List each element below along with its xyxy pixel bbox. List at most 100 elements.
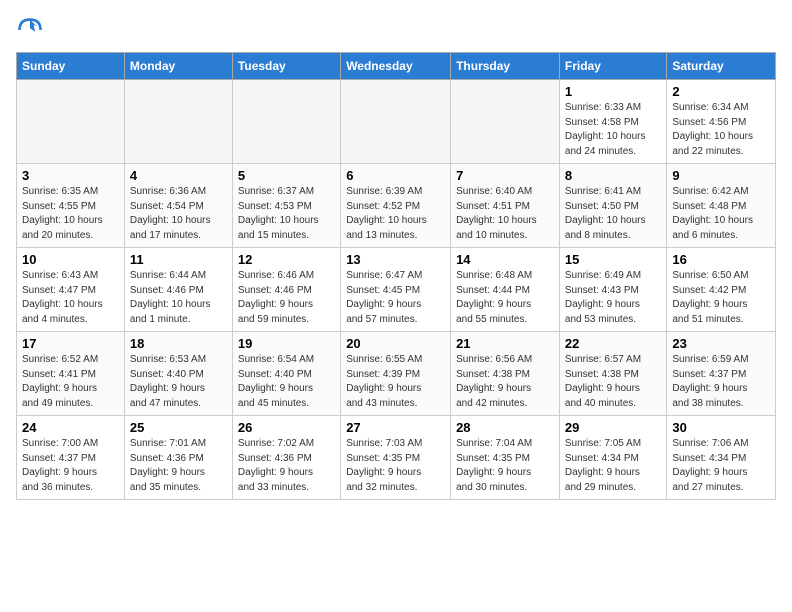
day-number: 25: [130, 420, 227, 435]
day-info: Sunrise: 6:34 AM Sunset: 4:56 PM Dayligh…: [672, 101, 770, 159]
day-number: 7: [456, 168, 554, 183]
day-info: Sunrise: 6:53 AM Sunset: 4:40 PM Dayligh…: [130, 353, 227, 411]
day-number: 5: [238, 168, 335, 183]
day-number: 3: [22, 168, 119, 183]
calendar-cell: 12 Sunrise: 6:46 AM Sunset: 4:46 PM Dayli…: [232, 248, 340, 332]
day-number: 4: [130, 168, 227, 183]
calendar-cell: 23 Sunrise: 6:59 AM Sunset: 4:37 PM Dayli…: [667, 332, 776, 416]
day-info: Sunrise: 7:00 AM Sunset: 4:37 PM Dayligh…: [22, 437, 119, 495]
calendar-cell: 13Sunrise: 6:47 AM Sunset: 4:45 PM Dayli…: [341, 248, 451, 332]
calendar-cell: 6 Sunrise: 6:39 AM Sunset: 4:52 PM Daylig…: [341, 164, 451, 248]
day-info: Sunrise: 6:44 AM Sunset: 4:46 PM Dayligh…: [130, 269, 227, 327]
day-number: 9: [672, 168, 770, 183]
calendar-cell: 10Sunrise: 6:43 AM Sunset: 4:47 PM Dayli…: [17, 248, 125, 332]
calendar-cell: 18 Sunrise: 6:53 AM Sunset: 4:40 PM Dayli…: [124, 332, 232, 416]
day-info: Sunrise: 6:59 AM Sunset: 4:37 PM Dayligh…: [672, 353, 770, 411]
calendar-cell: 2 Sunrise: 6:34 AM Sunset: 4:56 PM Daylig…: [667, 80, 776, 164]
calendar-cell: 8 Sunrise: 6:41 AM Sunset: 4:50 PM Daylig…: [559, 164, 666, 248]
calendar-week-row: 17Sunrise: 6:52 AM Sunset: 4:41 PM Dayli…: [17, 332, 776, 416]
calendar-cell: [17, 80, 125, 164]
day-number: 11: [130, 252, 227, 267]
calendar-day-header: Wednesday: [341, 53, 451, 80]
calendar-cell: 5 Sunrise: 6:37 AM Sunset: 4:53 PM Daylig…: [232, 164, 340, 248]
day-info: Sunrise: 6:43 AM Sunset: 4:47 PM Dayligh…: [22, 269, 119, 327]
page-header: [16, 16, 776, 44]
calendar-cell: 3 Sunrise: 6:35 AM Sunset: 4:55 PM Daylig…: [17, 164, 125, 248]
calendar-cell: 24 Sunrise: 7:00 AM Sunset: 4:37 PM Dayli…: [17, 416, 125, 500]
day-info: Sunrise: 7:03 AM Sunset: 4:35 PM Dayligh…: [346, 437, 445, 495]
calendar-cell: 19Sunrise: 6:54 AM Sunset: 4:40 PM Dayli…: [232, 332, 340, 416]
day-info: Sunrise: 7:02 AM Sunset: 4:36 PM Dayligh…: [238, 437, 335, 495]
logo-icon: [16, 16, 44, 44]
day-number: 16: [672, 252, 770, 267]
calendar-day-header: Monday: [124, 53, 232, 80]
day-info: Sunrise: 6:37 AM Sunset: 4:53 PM Dayligh…: [238, 185, 335, 243]
calendar-week-row: 3 Sunrise: 6:35 AM Sunset: 4:55 PM Daylig…: [17, 164, 776, 248]
calendar-day-header: Saturday: [667, 53, 776, 80]
day-number: 8: [565, 168, 661, 183]
calendar-cell: [124, 80, 232, 164]
calendar-table: SundayMondayTuesdayWednesdayThursdayFrid…: [16, 52, 776, 500]
day-number: 12: [238, 252, 335, 267]
calendar-week-row: 10Sunrise: 6:43 AM Sunset: 4:47 PM Dayli…: [17, 248, 776, 332]
calendar-cell: [341, 80, 451, 164]
day-number: 1: [565, 84, 661, 99]
day-number: 18: [130, 336, 227, 351]
day-number: 21: [456, 336, 554, 351]
calendar-cell: 16 Sunrise: 6:50 AM Sunset: 4:42 PM Dayli…: [667, 248, 776, 332]
day-info: Sunrise: 6:50 AM Sunset: 4:42 PM Dayligh…: [672, 269, 770, 327]
day-info: Sunrise: 6:48 AM Sunset: 4:44 PM Dayligh…: [456, 269, 554, 327]
calendar-cell: 29 Sunrise: 7:05 AM Sunset: 4:34 PM Dayli…: [559, 416, 666, 500]
calendar-cell: 20 Sunrise: 6:55 AM Sunset: 4:39 PM Dayli…: [341, 332, 451, 416]
calendar-cell: 14 Sunrise: 6:48 AM Sunset: 4:44 PM Dayli…: [451, 248, 560, 332]
day-number: 29: [565, 420, 661, 435]
calendar-header-row: SundayMondayTuesdayWednesdayThursdayFrid…: [17, 53, 776, 80]
calendar-cell: [232, 80, 340, 164]
day-info: Sunrise: 6:49 AM Sunset: 4:43 PM Dayligh…: [565, 269, 661, 327]
calendar-cell: 9 Sunrise: 6:42 AM Sunset: 4:48 PM Daylig…: [667, 164, 776, 248]
calendar-day-header: Tuesday: [232, 53, 340, 80]
calendar-cell: 4 Sunrise: 6:36 AM Sunset: 4:54 PM Daylig…: [124, 164, 232, 248]
day-info: Sunrise: 6:39 AM Sunset: 4:52 PM Dayligh…: [346, 185, 445, 243]
calendar-cell: 30 Sunrise: 7:06 AM Sunset: 4:34 PM Dayli…: [667, 416, 776, 500]
day-info: Sunrise: 6:46 AM Sunset: 4:46 PM Dayligh…: [238, 269, 335, 327]
calendar-cell: 22Sunrise: 6:57 AM Sunset: 4:38 PM Dayli…: [559, 332, 666, 416]
calendar-cell: 7 Sunrise: 6:40 AM Sunset: 4:51 PM Daylig…: [451, 164, 560, 248]
calendar-day-header: Friday: [559, 53, 666, 80]
day-number: 14: [456, 252, 554, 267]
calendar-week-row: 1Sunrise: 6:33 AM Sunset: 4:58 PM Daylig…: [17, 80, 776, 164]
day-number: 27: [346, 420, 445, 435]
day-info: Sunrise: 6:36 AM Sunset: 4:54 PM Dayligh…: [130, 185, 227, 243]
day-info: Sunrise: 7:06 AM Sunset: 4:34 PM Dayligh…: [672, 437, 770, 495]
calendar-cell: 21Sunrise: 6:56 AM Sunset: 4:38 PM Dayli…: [451, 332, 560, 416]
calendar-cell: 1Sunrise: 6:33 AM Sunset: 4:58 PM Daylig…: [559, 80, 666, 164]
calendar-cell: 27 Sunrise: 7:03 AM Sunset: 4:35 PM Dayli…: [341, 416, 451, 500]
calendar-cell: 26 Sunrise: 7:02 AM Sunset: 4:36 PM Dayli…: [232, 416, 340, 500]
day-info: Sunrise: 6:41 AM Sunset: 4:50 PM Dayligh…: [565, 185, 661, 243]
logo: [16, 16, 48, 44]
day-info: Sunrise: 6:57 AM Sunset: 4:38 PM Dayligh…: [565, 353, 661, 411]
day-number: 17: [22, 336, 119, 351]
day-info: Sunrise: 6:47 AM Sunset: 4:45 PM Dayligh…: [346, 269, 445, 327]
day-info: Sunrise: 7:05 AM Sunset: 4:34 PM Dayligh…: [565, 437, 661, 495]
day-number: 15: [565, 252, 661, 267]
day-info: Sunrise: 6:55 AM Sunset: 4:39 PM Dayligh…: [346, 353, 445, 411]
day-number: 6: [346, 168, 445, 183]
day-number: 23: [672, 336, 770, 351]
day-number: 24: [22, 420, 119, 435]
day-number: 2: [672, 84, 770, 99]
calendar-day-header: Thursday: [451, 53, 560, 80]
calendar-cell: 11 Sunrise: 6:44 AM Sunset: 4:46 PM Dayli…: [124, 248, 232, 332]
day-number: 30: [672, 420, 770, 435]
calendar-cell: [451, 80, 560, 164]
day-number: 20: [346, 336, 445, 351]
day-number: 26: [238, 420, 335, 435]
day-info: Sunrise: 7:04 AM Sunset: 4:35 PM Dayligh…: [456, 437, 554, 495]
day-info: Sunrise: 6:40 AM Sunset: 4:51 PM Dayligh…: [456, 185, 554, 243]
calendar-week-row: 24 Sunrise: 7:00 AM Sunset: 4:37 PM Dayli…: [17, 416, 776, 500]
day-info: Sunrise: 6:42 AM Sunset: 4:48 PM Dayligh…: [672, 185, 770, 243]
day-info: Sunrise: 6:35 AM Sunset: 4:55 PM Dayligh…: [22, 185, 119, 243]
day-info: Sunrise: 7:01 AM Sunset: 4:36 PM Dayligh…: [130, 437, 227, 495]
day-info: Sunrise: 6:54 AM Sunset: 4:40 PM Dayligh…: [238, 353, 335, 411]
calendar-cell: 28Sunrise: 7:04 AM Sunset: 4:35 PM Dayli…: [451, 416, 560, 500]
